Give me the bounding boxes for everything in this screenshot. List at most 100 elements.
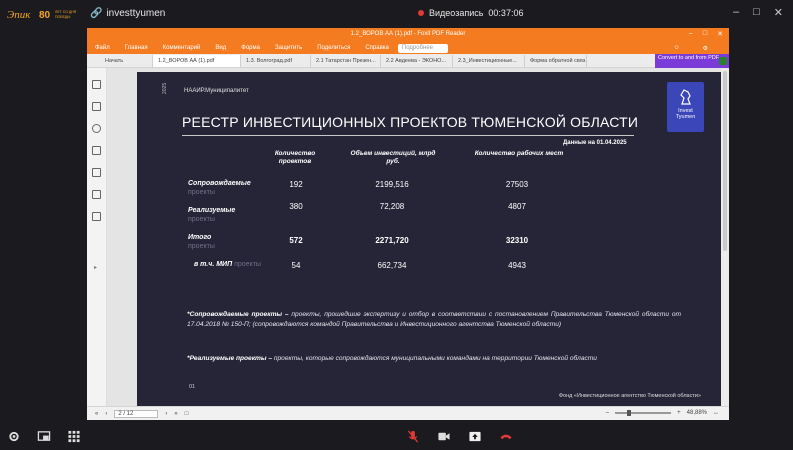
tab-volgograd[interactable]: 1.3. Волгоград.pdf (241, 55, 311, 67)
last-page-icon[interactable]: » (174, 411, 177, 417)
recording-time: 00:37:06 (488, 8, 524, 18)
tab-avdeeva[interactable]: 2.2 Авдеева - ЭКОНО... (381, 55, 453, 67)
room-name: investtyumen (106, 8, 166, 19)
cell-total-count: 572 (289, 236, 303, 245)
zoom-slider[interactable] (615, 410, 672, 416)
scrollbar-thumb[interactable] (723, 71, 727, 251)
menu-view[interactable]: Вид (215, 45, 226, 51)
presentation-slide: 2025 НААИР.Муниципалитет Invest Tyumen Р… (137, 72, 721, 406)
app-minimize-icon[interactable]: – (689, 30, 693, 38)
security-icon[interactable] (92, 190, 101, 199)
menu-comment[interactable]: Комментарий (163, 45, 201, 51)
status-bar: « ‹ 2 / 12 › » □ – + 48,88% ↔ (87, 406, 729, 420)
pages-icon[interactable] (92, 102, 101, 111)
zoom-slider-knob[interactable] (627, 410, 632, 416)
menu-file[interactable]: Файл (95, 45, 110, 51)
vertical-scrollbar[interactable] (721, 68, 729, 406)
row-label-supported: Сопровождаемые проекты (188, 179, 251, 197)
slide-org: НААИР.Муниципалитет (184, 88, 249, 94)
tab-tatarstan[interactable]: 2.1 Татарстан Презен... (311, 55, 381, 67)
row-label-text: Итого (188, 234, 212, 241)
promo-badge-icon (719, 57, 727, 65)
svg-text:Эпик: Эпик (7, 9, 31, 21)
cell-implemented-jobs: 4807 (508, 202, 526, 211)
note2-text: проекты, которые сопровождаются муниципа… (272, 355, 597, 362)
page-number-input[interactable]: 2 / 12 (114, 410, 159, 418)
row-label-total: Итого проекты (188, 233, 215, 251)
note-implemented-projects: *Реализуемые проекты – проекты, которые … (187, 354, 681, 364)
settings-gear-icon[interactable] (7, 430, 21, 443)
microphone-muted-icon[interactable] (406, 430, 420, 443)
svg-text:80: 80 (39, 10, 51, 21)
slide-title: РЕЕСТР ИНВЕСТИЦИОННЫХ ПРОЕКТОВ ТЮМЕНСКОЙ… (182, 114, 639, 130)
cell-total-jobs: 32310 (505, 236, 529, 245)
title-divider (182, 135, 634, 136)
cell-supported-count: 192 (289, 180, 303, 189)
app-maximize-icon[interactable]: □ (703, 30, 707, 38)
event-logo: Эпик 80 ЛЕТ СО ДНЯ ПОБЕДЫ (7, 9, 76, 21)
document-view[interactable]: 2025 НААИР.Муниципалитет Invest Tyumen Р… (107, 68, 729, 406)
row-label-text: Сопровождаемые (188, 180, 251, 187)
recording-dot-icon (418, 10, 424, 16)
zoom-controls: – + 48,88% ↔ (606, 410, 719, 416)
page-navigation: « ‹ 2 / 12 › » □ (95, 410, 188, 418)
col-header-count: Количество проектов (274, 150, 316, 165)
fit-icon[interactable]: ↔ (713, 410, 719, 416)
menu-help[interactable]: Справка (365, 45, 389, 51)
menu-home[interactable]: Главная (125, 45, 148, 51)
app-title: 1.2_ВОРОВ АА (1).pdf - Foxit PDF Reader (350, 31, 466, 37)
tab-vorov-pdf[interactable]: 1.2_ВОРОВ АА (1).pdf (153, 55, 241, 67)
account-icon[interactable]: ☺ (673, 45, 679, 52)
note1-term: *Сопровождаемые проекты – (187, 311, 289, 318)
screen-share-upload-icon[interactable] (468, 430, 482, 443)
zoom-in-icon[interactable]: + (677, 410, 681, 416)
app-titlebar: 1.2_ВОРОВ АА (1).pdf - Foxit PDF Reader … (87, 28, 729, 42)
comments-icon[interactable] (92, 124, 101, 133)
menu-bar: Файл Главная Комментарий Вид Форма Защит… (87, 42, 729, 54)
as-of-date: Данные на 01.04.2025 (563, 140, 627, 146)
tab-start[interactable]: Начать (87, 55, 153, 67)
attachment-icon[interactable] (92, 168, 101, 177)
close-icon[interactable]: ✕ (774, 6, 783, 19)
zoom-level[interactable]: 48,88% (687, 410, 707, 416)
app-search-input[interactable]: Подробнее (397, 43, 448, 53)
shared-screen-foxit-window: 1.2_ВОРОВ АА (1).pdf - Foxit PDF Reader … (87, 28, 729, 420)
row-label-ghost: проекты (234, 261, 261, 268)
menu-share[interactable]: Поделиться (317, 45, 350, 51)
cell-mip-investment: 662,734 (377, 261, 407, 270)
app-close-icon[interactable]: ✕ (717, 30, 723, 38)
row-label-ghost: проекты (188, 189, 215, 196)
zoom-out-icon[interactable]: – (606, 410, 609, 416)
room-link[interactable]: 🔗 investtyumen (90, 8, 165, 19)
invest-tyumen-logo: Invest Tyumen (667, 82, 704, 132)
grid-view-icon[interactable] (67, 430, 81, 443)
col-header-jobs: Количество рабочих мест (474, 150, 564, 157)
tab-investment[interactable]: 2.3_Инвестиционные... (453, 55, 525, 67)
page-view-icon[interactable]: □ (185, 411, 189, 417)
layers-icon[interactable] (92, 146, 101, 155)
tab-feedback-form[interactable]: Форма обратной связ... (525, 55, 587, 67)
window-controls: – □ ✕ (733, 6, 783, 19)
convert-promo-banner[interactable]: Convert to and from PDF (655, 54, 729, 68)
bookmark-icon[interactable] (92, 80, 101, 89)
row-label-mip: в т.ч. МИП проекты (194, 260, 261, 269)
row-label-text: Реализуемые (188, 207, 236, 214)
signature-icon[interactable] (92, 212, 101, 221)
next-page-icon[interactable]: › (165, 411, 167, 417)
minimize-icon[interactable]: – (733, 6, 739, 19)
menu-protect[interactable]: Защитить (275, 45, 302, 51)
prev-page-icon[interactable]: ‹ (105, 411, 107, 417)
cell-mip-jobs: 4943 (508, 261, 526, 270)
maximize-icon[interactable]: □ (753, 6, 760, 19)
camera-icon[interactable] (437, 430, 451, 443)
row-label-implemented: Реализуемые проекты (188, 206, 235, 224)
conference-toolbar (0, 422, 793, 450)
expand-panel-icon[interactable]: ▸ (94, 264, 97, 271)
hang-up-icon[interactable] (499, 430, 513, 443)
convert-promo-text: Convert to and from PDF (658, 55, 720, 61)
app-window-controls: – □ ✕ (689, 30, 723, 38)
settings-icon[interactable]: ⚙ (703, 45, 708, 52)
share-screen-icon[interactable] (37, 430, 51, 443)
menu-form[interactable]: Форма (241, 45, 260, 51)
first-page-icon[interactable]: « (95, 411, 98, 417)
